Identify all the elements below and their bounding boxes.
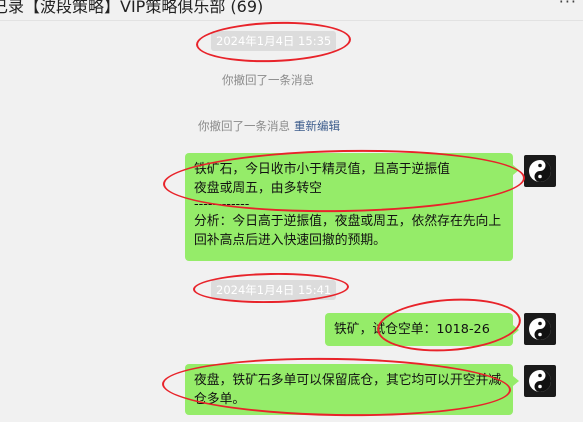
message-text: 夜盘，铁矿石多单可以保留底仓，其它均可以开空并减仓多单。 bbox=[194, 373, 502, 407]
message-divider: ------------ bbox=[194, 197, 250, 212]
chat-title-bar: 已录【波段策略】VIP策略俱乐部 (69) ··· bbox=[0, 0, 583, 21]
message-bubble[interactable]: 夜盘，铁矿石多单可以保留底仓，其它均可以开空并减仓多单。 bbox=[185, 364, 519, 415]
timestamp: 2024年1月4日 15:41 bbox=[211, 280, 337, 300]
more-options-button[interactable]: ··· bbox=[559, 0, 577, 11]
recall-notice: 你撤回了一条消息 bbox=[222, 72, 314, 88]
recall-notice: 你撤回了一条消息 重新编辑 bbox=[198, 118, 340, 134]
chat-title: 已录【波段策略】VIP策略俱乐部 (69) bbox=[0, 0, 264, 16]
timestamp: 2024年1月4日 15:35 bbox=[211, 31, 337, 51]
yin-yang-icon bbox=[529, 160, 551, 182]
avatar[interactable] bbox=[524, 313, 556, 345]
yin-yang-icon bbox=[529, 318, 551, 340]
message-text: 分析：今日高于逆振值，夜盘或周五，依然存在先向上回补高点后进入快速回撤的预期。 bbox=[194, 214, 502, 248]
message-bubble[interactable]: 铁矿，试仓空单：1018-26 bbox=[325, 313, 519, 346]
recall-notice-text: 你撤回了一条消息 bbox=[198, 119, 290, 133]
avatar[interactable] bbox=[524, 155, 556, 187]
avatar[interactable] bbox=[524, 365, 556, 397]
recall-notice-text: 你撤回了一条消息 bbox=[222, 73, 314, 87]
yin-yang-icon bbox=[529, 370, 551, 392]
message-text: 夜盘或周五，由多转空 bbox=[194, 181, 322, 196]
message-bubble[interactable]: 铁矿石，今日收市小于精灵值，且高于逆振值 夜盘或周五，由多转空 --------… bbox=[185, 153, 519, 261]
message-text: 铁矿，试仓空单：1018-26 bbox=[334, 322, 490, 337]
message-text: 铁矿石，今日收市小于精灵值，且高于逆振值 bbox=[194, 162, 450, 177]
re-edit-link[interactable]: 重新编辑 bbox=[294, 119, 340, 133]
